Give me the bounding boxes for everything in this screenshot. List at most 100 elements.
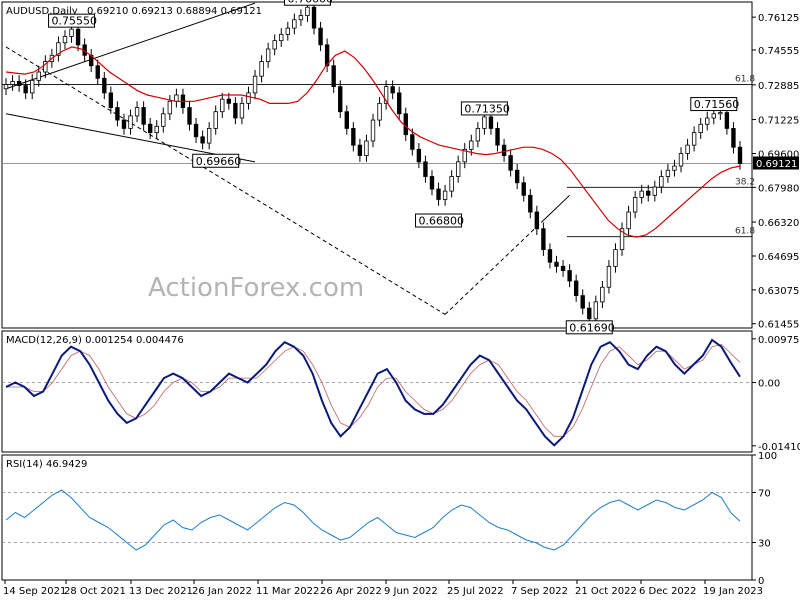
candle-body [442, 190, 448, 200]
candle-body [23, 85, 28, 94]
candle-body [187, 107, 192, 125]
candle-body [534, 211, 540, 230]
candle-body [226, 98, 232, 104]
candle-body [272, 40, 277, 50]
candle-body [593, 301, 599, 320]
macd-tick-label: 0.00 [758, 379, 780, 390]
candle-body [423, 161, 428, 177]
candle-body [279, 33, 284, 42]
candle-body [665, 169, 671, 177]
pivot-text: 0.75550 [52, 15, 98, 28]
x-tick-label: 21 Oct 2022 [575, 586, 637, 597]
rsi-tick-label: 100 [758, 451, 777, 462]
level-label: 61.8 [735, 75, 755, 85]
candle-body [167, 100, 173, 115]
price-tick-label: 0.74555 [758, 46, 799, 57]
candle-body [469, 140, 474, 150]
x-tick-label: 19 Jan 2023 [703, 586, 763, 597]
candle-body [580, 295, 585, 309]
candle-body [456, 161, 461, 177]
macd-panel-frame [1, 330, 753, 453]
candle-body [488, 116, 494, 129]
pivot-label: 0.69660 [192, 153, 242, 168]
candle-body [403, 113, 408, 136]
candle-body [252, 75, 258, 94]
candle-body [685, 144, 690, 154]
pivot-text: 0.76600 [287, 0, 333, 6]
level-label: 61.8 [735, 227, 755, 237]
candle-body [206, 128, 212, 144]
pivot-label: 0.75550 [48, 13, 98, 28]
candle-body [305, 6, 310, 16]
candle-body [357, 144, 363, 156]
pivot-text: 0.69660 [196, 155, 242, 168]
candle-body [528, 194, 533, 213]
pivot-label: 0.76600 [283, 0, 333, 6]
candle-body [718, 112, 723, 115]
candle-body [698, 123, 703, 134]
candle-body [377, 102, 382, 121]
x-tick-label: 26 Apr 2022 [320, 586, 382, 597]
candle-body [659, 176, 664, 188]
candle-body [731, 128, 736, 148]
price-tick-label: 0.67980 [758, 183, 799, 194]
candle-body [600, 286, 605, 303]
rsi-title: RSI(14) 46.9429 [6, 459, 87, 470]
candle-body [567, 270, 572, 282]
candle-body [416, 148, 422, 163]
watermark: ActionForex.com [148, 273, 364, 303]
candle-body [410, 134, 415, 150]
candle-body [429, 176, 435, 190]
x-tick-label: 13 Dec 2021 [129, 586, 193, 597]
candle-body [370, 119, 376, 142]
x-tick-label: 28 Oct 2021 [64, 586, 126, 597]
pivot-label: 0.61690 [565, 320, 615, 335]
candle-body [397, 92, 402, 115]
candle-body [285, 27, 290, 35]
candle-body [646, 190, 651, 196]
candle-body [134, 107, 140, 117]
candle-body [547, 249, 553, 263]
candle-body [311, 6, 317, 29]
candle-body [449, 176, 454, 192]
candle-body [3, 84, 9, 90]
candle-body [475, 128, 481, 142]
candle-body [30, 79, 35, 94]
candle-body [390, 86, 395, 94]
rsi-tick-label: 30 [758, 539, 771, 550]
candle-body [102, 77, 107, 94]
candle-body [338, 86, 343, 113]
macd-title: MACD(12,26,9) 0.001254 0.004476 [6, 335, 184, 346]
macd-tick-label: 0.009751 [758, 335, 800, 346]
candle-body [128, 115, 133, 129]
candle-body [501, 144, 507, 156]
rsi-tick-label: 70 [758, 489, 771, 500]
pivot-text: 0.61690 [569, 321, 615, 334]
candle-body [75, 28, 81, 46]
candle-body [541, 228, 546, 251]
candle-body [141, 107, 146, 125]
ohlc-header: 0.69210 0.69213 0.68894 0.69121 [87, 6, 262, 17]
candle-body [705, 117, 710, 125]
pivot-label: 0.71350 [460, 101, 510, 116]
candle-body [724, 112, 730, 129]
price-tick-label: 0.72885 [758, 81, 799, 92]
candle-body [16, 81, 22, 86]
candle-body [606, 265, 612, 288]
x-tick-label: 25 Jul 2022 [447, 586, 504, 597]
candle-body [200, 136, 205, 144]
candle-body [331, 65, 336, 88]
candle-body [193, 123, 199, 138]
candle-body [108, 92, 114, 108]
price-tick-label: 0.61455 [758, 320, 799, 331]
candle-body [239, 102, 245, 119]
candle-body [711, 113, 716, 119]
level-label: 38.2 [735, 177, 755, 187]
candle-body [514, 169, 520, 184]
candle-body [10, 81, 15, 85]
candle-body [639, 190, 644, 198]
candle-body [318, 27, 323, 46]
candle-body [737, 146, 743, 164]
candle-body [626, 211, 631, 230]
candle-body [344, 111, 349, 129]
